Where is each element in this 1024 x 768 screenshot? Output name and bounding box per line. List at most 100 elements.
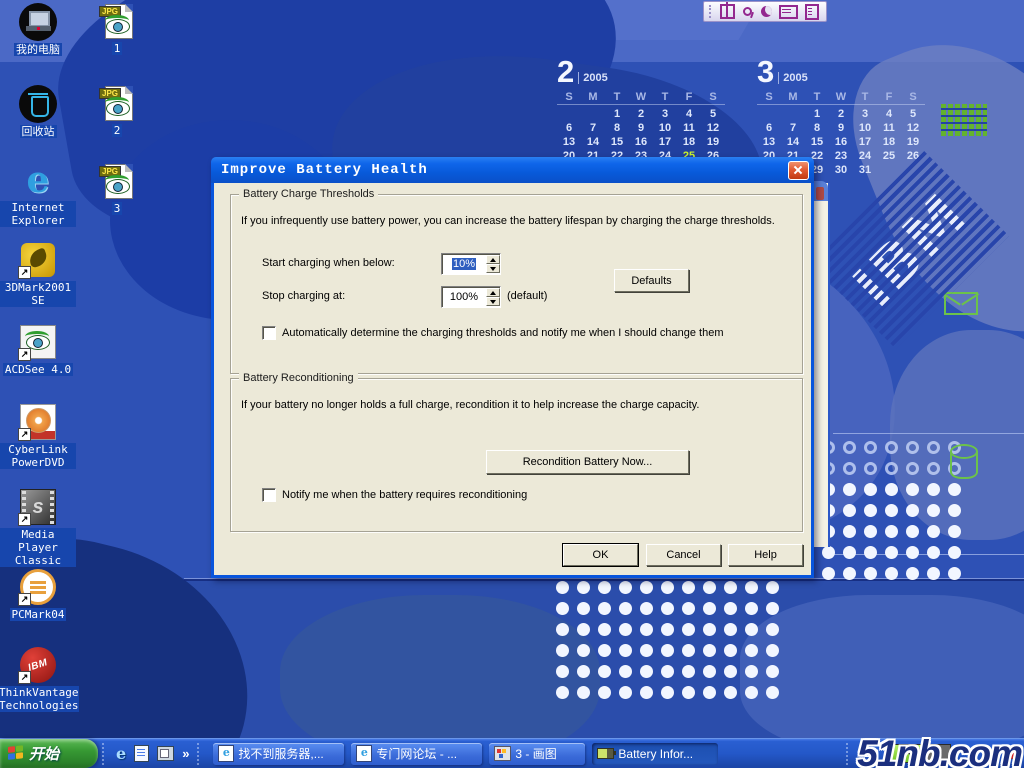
spin-up-button[interactable] [486,288,500,297]
shortcut-arrow-icon: ↗ [18,671,31,684]
calendar-weekday: M [581,90,605,105]
notify-recondition-checkbox-row[interactable]: Notify me when the battery requires reco… [262,488,527,502]
wallpaper-dot [906,483,919,496]
taskbar-task-button[interactable]: Battery Infor... [592,743,718,765]
taskbar-task-button[interactable]: e找不到服务器,... [213,743,344,765]
wallpaper-dot [598,665,611,678]
chinese-mode-icon[interactable] [720,4,735,19]
calendar-date: 8 [805,121,829,135]
wallpaper-dot [745,602,758,615]
taskbar-task-button[interactable]: 3 - 画图 [489,743,585,765]
wallpaper-dot [598,602,611,615]
wallpaper-dot [864,441,877,454]
calendar-date: 10 [853,121,877,135]
wallpaper-dot [556,623,569,636]
wallpaper-dot [885,462,898,475]
calendar-weekday: S [757,90,781,105]
start-button[interactable]: 开始 [0,739,98,768]
desktop-icon-acdsee[interactable]: ↗ ACDSee 4.0 [0,323,76,376]
wallpaper-dot [948,546,961,559]
desktop-icon-3dmark2001[interactable]: ↗ 3DMark2001 SE [0,241,76,307]
wallpaper-dot [906,462,919,475]
close-button[interactable] [788,161,809,180]
51nb-watermark: 51nb.com [857,733,1022,768]
calendar-date: 14 [781,135,805,149]
calendar-date: 2 [829,107,853,121]
notify-recondition-label: Notify me when the battery requires reco… [282,489,527,501]
punctuation-icon[interactable] [742,6,754,18]
wallpaper-dot [724,665,737,678]
show-desktop-icon[interactable] [157,746,174,761]
quicklaunch-browser-icon[interactable] [134,745,149,762]
ime-grip-handle[interactable] [709,5,713,18]
desktop-icon-thinkvantage[interactable]: IBM ↗ ThinkVantage Technologies [0,646,76,712]
wallpaper-dot [577,623,590,636]
desktop-icon-jpg-2[interactable]: JPG 2 [79,84,155,137]
wallpaper-dot [556,644,569,657]
calendar-date: 9 [829,121,853,135]
defaults-button[interactable]: Defaults [614,269,689,292]
spin-up-button[interactable] [486,255,500,264]
soft-keyboard-icon[interactable] [779,5,798,19]
icon-label: PCMark04 [10,608,67,621]
help-button[interactable]: Help [728,544,803,566]
desktop-icon-powerdvd[interactable]: ↗ CyberLink PowerDVD [0,403,76,469]
dialog-titlebar[interactable]: Improve Battery Health [211,157,814,183]
start-charging-value[interactable]: 10% [442,258,486,270]
calendar-weekday: T [853,90,877,105]
desktop-icon-pcmark04[interactable]: ↗ PCMark04 [0,568,76,621]
calendar-date: 30 [829,163,853,177]
calendar-title: 2 2005 [557,55,725,87]
ime-options-icon[interactable] [805,4,819,20]
wallpaper-dot [843,441,856,454]
stop-charging-value[interactable]: 100% [442,291,486,303]
ok-button[interactable]: OK [563,544,638,566]
icon-label: ThinkVantage Technologies [0,686,79,712]
icon-label: Internet Explorer [0,201,76,227]
wallpaper-dot [864,546,877,559]
calendar-month: 2 [557,57,574,87]
wallpaper-dot [906,567,919,580]
taskbar-task-button[interactable]: e专门网论坛 - ... [351,743,482,765]
wallpaper-dot [724,686,737,699]
start-charging-spinner[interactable]: 10% [441,253,501,275]
calendar-date [781,107,805,121]
ime-language-bar[interactable] [703,1,827,22]
cancel-button[interactable]: Cancel [646,544,721,566]
wallpaper-dot [948,567,961,580]
windows-logo-icon [8,745,24,762]
desktop-icon-media-player-classic[interactable]: s ↗ Media Player Classic [0,488,76,567]
wallpaper-dot [948,525,961,538]
quicklaunch-overflow-chevron-icon[interactable]: » [182,746,189,761]
wallpaper-dot [682,665,695,678]
desktop-icon-recycle-bin[interactable]: 回收站 [0,85,76,138]
wallpaper-dot [598,686,611,699]
wallpaper-dot [885,504,898,517]
auto-determine-checkbox[interactable] [262,326,276,340]
notify-recondition-checkbox[interactable] [262,488,276,502]
spin-down-button[interactable] [486,264,500,273]
spin-down-button[interactable] [486,297,500,306]
wallpaper-dot [556,686,569,699]
quicklaunch-ie-icon[interactable]: e [116,744,126,763]
wallpaper-dot [640,686,653,699]
wallpaper-dot [864,504,877,517]
calendar-weekday: M [781,90,805,105]
group-description: If your battery no longer holds a full c… [241,399,791,411]
taskbar-separator [102,743,108,765]
stop-charging-spinner[interactable]: 100% [441,286,501,308]
recondition-battery-button[interactable]: Recondition Battery Now... [486,450,689,474]
wallpaper-dot [766,623,779,636]
desktop-icon-my-computer[interactable]: 我的电脑 [0,3,76,56]
auto-determine-checkbox-row[interactable]: Automatically determine the charging thr… [262,326,723,340]
page-fold [125,164,133,172]
desktop-icon-internet-explorer[interactable]: e Internet Explorer [0,161,76,227]
fullwidth-mode-icon[interactable] [761,6,772,17]
wallpaper-dot [556,665,569,678]
wallpaper-dot [822,546,835,559]
desktop-icon-jpg-1[interactable]: JPG 1 [79,2,155,55]
wallpaper-dot [640,644,653,657]
wallpaper-dot [619,623,632,636]
desktop-icon-jpg-3[interactable]: JPG 3 [79,162,155,215]
wallpaper-dot [619,602,632,615]
